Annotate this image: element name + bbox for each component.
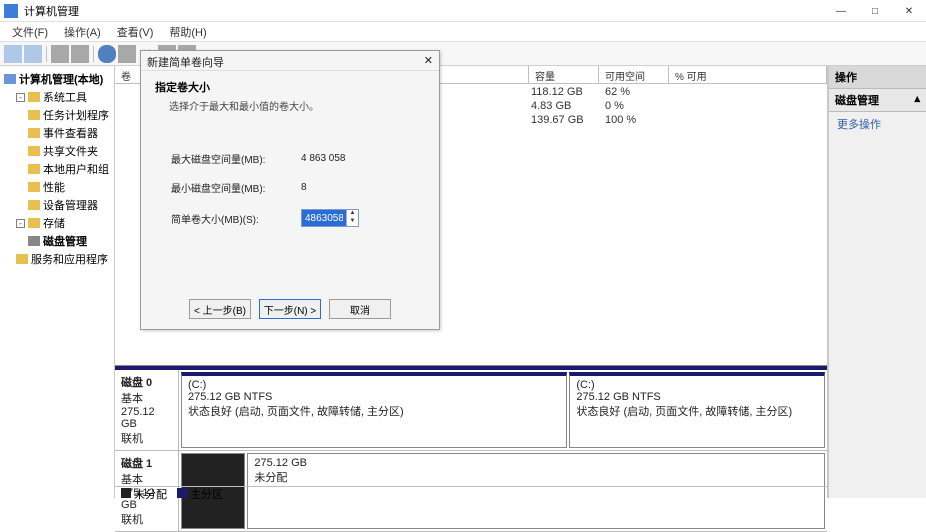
folder-icon: [28, 92, 40, 102]
volume-row[interactable]: 118.12 GB 62 %: [531, 86, 630, 98]
tree-disk-management[interactable]: 磁盘管理: [2, 232, 112, 250]
menu-bar: 文件(F) 操作(A) 查看(V) 帮助(H): [0, 22, 926, 42]
disk-0-header[interactable]: 磁盘 0 基本 275.12 GB 联机: [115, 370, 179, 450]
dialog-heading: 指定卷大小: [155, 79, 425, 95]
maximize-button[interactable]: □: [858, 0, 892, 22]
tree-system-tools[interactable]: -系统工具: [2, 88, 112, 106]
tree-device-manager[interactable]: 设备管理器: [2, 196, 112, 214]
nav-forward-button[interactable]: [24, 45, 42, 63]
dialog-header: 指定卷大小 选择介于最大和最小值的卷大小。: [141, 71, 439, 121]
new-volume-wizard: 新建简单卷向导 ✕ 指定卷大小 选择介于最大和最小值的卷大小。 最大磁盘空间量(…: [140, 50, 440, 330]
row-volume-size: 简单卷大小(MB)(S): ▲ ▼: [171, 209, 409, 227]
volume-size-spinner[interactable]: ▲ ▼: [301, 209, 359, 227]
disk-graphic-area: 磁盘 0 基本 275.12 GB 联机 (C:) 275.12 GB NTFS…: [115, 366, 827, 532]
actions-more[interactable]: 更多操作: [829, 112, 926, 136]
tree-performance[interactable]: 性能: [2, 178, 112, 196]
actions-header: 操作: [829, 66, 926, 89]
chevron-up-icon[interactable]: ▴: [914, 92, 920, 108]
dialog-subheading: 选择介于最大和最小值的卷大小。: [155, 95, 425, 113]
disk-row-0: 磁盘 0 基本 275.12 GB 联机 (C:) 275.12 GB NTFS…: [115, 370, 827, 451]
col-capacity[interactable]: 容量: [529, 66, 599, 83]
volume-row[interactable]: 4.83 GB 0 %: [531, 100, 624, 112]
app-icon: [4, 4, 18, 18]
toolbar-separator: [46, 46, 47, 62]
tree-root[interactable]: 计算机管理(本地): [2, 70, 112, 88]
collapse-icon[interactable]: -: [16, 93, 25, 102]
col-pct-free[interactable]: % 可用: [669, 66, 827, 83]
legend-swatch-primary: [177, 488, 187, 498]
tree-task-scheduler[interactable]: 任务计划程序: [2, 106, 112, 124]
window-title: 计算机管理: [24, 3, 79, 19]
toolbar-separator: [93, 46, 94, 62]
menu-file[interactable]: 文件(F): [4, 24, 56, 40]
row-min-size: 最小磁盘空间量(MB): 8: [171, 180, 409, 195]
dialog-buttons: < 上一步(B) 下一步(N) > 取消: [141, 299, 439, 319]
toolbar-btn-3[interactable]: [118, 45, 136, 63]
cancel-button[interactable]: 取消: [329, 299, 391, 319]
toolbar-btn-1[interactable]: [51, 45, 69, 63]
legend-bar: 未分配 主分区: [115, 486, 828, 500]
tree-storage[interactable]: -存储: [2, 214, 112, 232]
tree-services[interactable]: 服务和应用程序: [2, 250, 112, 268]
legend-swatch-unalloc: [121, 488, 131, 498]
help-icon[interactable]: [98, 45, 116, 63]
spinner-down-icon[interactable]: ▼: [346, 218, 358, 226]
minimize-button[interactable]: —: [824, 0, 858, 22]
scheduler-icon: [28, 110, 40, 120]
volume-size-input[interactable]: [302, 210, 346, 226]
tree-local-users[interactable]: 本地用户和组: [2, 160, 112, 178]
device-icon: [28, 200, 40, 210]
event-icon: [28, 128, 40, 138]
close-button[interactable]: ✕: [892, 0, 926, 22]
menu-help[interactable]: 帮助(H): [161, 24, 214, 40]
toolbar-btn-2[interactable]: [71, 45, 89, 63]
back-button[interactable]: < 上一步(B): [189, 299, 251, 319]
folder-icon: [28, 146, 40, 156]
collapse-icon[interactable]: -: [16, 219, 25, 228]
menu-action[interactable]: 操作(A): [56, 24, 109, 40]
spinner-up-icon[interactable]: ▲: [346, 210, 358, 218]
partition-c[interactable]: (C:) 275.12 GB NTFS 状态良好 (启动, 页面文件, 故障转储…: [181, 372, 567, 448]
partition-c2[interactable]: (C:) 275.12 GB NTFS 状态良好 (启动, 页面文件, 故障转储…: [569, 372, 825, 448]
volume-row[interactable]: 139.67 GB 100 %: [531, 114, 636, 126]
storage-icon: [28, 218, 40, 228]
row-max-size: 最大磁盘空间量(MB): 4 863 058: [171, 151, 409, 166]
nav-tree: 计算机管理(本地) -系统工具 任务计划程序 事件查看器 共享文件夹 本地用户和…: [0, 66, 115, 498]
dialog-close-button[interactable]: ✕: [424, 54, 433, 67]
window-titlebar: 计算机管理 — □ ✕: [0, 0, 926, 22]
perf-icon: [28, 182, 40, 192]
actions-group: 磁盘管理 ▴: [829, 89, 926, 112]
dialog-titlebar: 新建简单卷向导 ✕: [141, 51, 439, 71]
menu-view[interactable]: 查看(V): [109, 24, 162, 40]
nav-back-button[interactable]: [4, 45, 22, 63]
next-button[interactable]: 下一步(N) >: [259, 299, 321, 319]
disk-icon: [28, 236, 40, 246]
actions-panel: 操作 磁盘管理 ▴ 更多操作: [828, 66, 926, 498]
dialog-body: 最大磁盘空间量(MB): 4 863 058 最小磁盘空间量(MB): 8 简单…: [141, 121, 439, 251]
services-icon: [16, 254, 28, 264]
dialog-title: 新建简单卷向导: [147, 54, 224, 67]
col-free[interactable]: 可用空间: [599, 66, 669, 83]
tree-shared-folders[interactable]: 共享文件夹: [2, 142, 112, 160]
users-icon: [28, 164, 40, 174]
tree-event-viewer[interactable]: 事件查看器: [2, 124, 112, 142]
computer-icon: [4, 74, 16, 84]
toolbar: ✕: [0, 42, 926, 66]
